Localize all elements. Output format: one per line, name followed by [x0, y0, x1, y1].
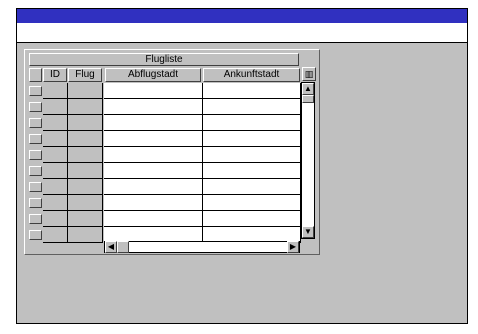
cell-flug[interactable] [68, 195, 103, 211]
select-all-header[interactable] [29, 68, 42, 82]
cell-abflugstadt[interactable] [104, 163, 203, 179]
cell-ankunftstadt[interactable] [203, 99, 301, 115]
cell-flug[interactable] [68, 179, 103, 195]
cell-id[interactable] [43, 211, 68, 227]
cell-ankunftstadt[interactable] [203, 147, 301, 163]
row-selector[interactable] [29, 150, 42, 160]
column-header-abflugstadt[interactable]: Abflugstadt [105, 68, 201, 82]
table-columns-icon[interactable]: ▥ [302, 67, 316, 81]
cell-abflugstadt[interactable] [104, 211, 203, 227]
cell-ankunftstadt[interactable] [203, 211, 301, 227]
row-selector[interactable] [29, 230, 42, 240]
cell-abflugstadt[interactable] [104, 83, 203, 99]
cell-flug[interactable] [68, 227, 103, 243]
cell-abflugstadt[interactable] [104, 131, 203, 147]
scroll-thumb[interactable] [302, 95, 314, 103]
row-selector[interactable] [29, 198, 42, 208]
cell-ankunftstadt[interactable] [203, 115, 301, 131]
column-header-ankunftstadt[interactable]: Ankunftstadt [203, 68, 300, 82]
vertical-scrollbar[interactable]: ▲ ▼ [301, 82, 315, 239]
cell-ankunftstadt[interactable] [203, 179, 301, 195]
cell-id[interactable] [43, 115, 68, 131]
cell-id[interactable] [43, 195, 68, 211]
cell-flug[interactable] [68, 131, 103, 147]
cell-ankunftstadt[interactable] [203, 195, 301, 211]
title-bar[interactable] [17, 9, 467, 23]
arrow-up-icon[interactable]: ▲ [302, 83, 314, 95]
cell-id[interactable] [43, 163, 68, 179]
row-selector[interactable] [29, 102, 42, 112]
row-selector[interactable] [29, 182, 42, 192]
arrow-right-icon[interactable]: ▶ [287, 241, 299, 253]
cell-ankunftstadt[interactable] [203, 131, 301, 147]
cell-abflugstadt[interactable] [104, 147, 203, 163]
horizontal-scroll-thumb[interactable] [117, 241, 129, 253]
cell-id[interactable] [43, 83, 68, 99]
cell-id[interactable] [43, 99, 68, 115]
horizontal-scrollbar[interactable]: ◀ ▶ [104, 241, 300, 253]
cell-ankunftstadt[interactable] [203, 163, 301, 179]
cell-abflugstadt[interactable] [104, 115, 203, 131]
cell-flug[interactable] [68, 115, 103, 131]
cell-id[interactable] [43, 179, 68, 195]
cell-flug[interactable] [68, 163, 103, 179]
arrow-down-icon[interactable]: ▼ [302, 226, 314, 238]
arrow-left-icon[interactable]: ◀ [105, 241, 117, 253]
row-selector[interactable] [29, 86, 42, 96]
cell-id[interactable] [43, 227, 68, 243]
cell-abflugstadt[interactable] [104, 99, 203, 115]
cell-flug[interactable] [68, 147, 103, 163]
cell-abflugstadt[interactable] [104, 195, 203, 211]
cell-id[interactable] [43, 131, 68, 147]
toolbar-strip [17, 23, 467, 43]
cell-abflugstadt[interactable] [104, 179, 203, 195]
column-header-id[interactable]: ID [43, 68, 67, 82]
cell-flug[interactable] [68, 83, 103, 99]
cell-flug[interactable] [68, 99, 103, 115]
row-selector[interactable] [29, 134, 42, 144]
cell-id[interactable] [43, 147, 68, 163]
grid-caption: Flugliste [29, 53, 299, 66]
app-window: Flugliste ID Flug Abflugstadt Ankunftsta… [16, 8, 468, 324]
column-header-flug[interactable]: Flug [68, 68, 102, 82]
cell-flug[interactable] [68, 211, 103, 227]
row-selector[interactable] [29, 166, 42, 176]
row-selector[interactable] [29, 118, 42, 128]
cell-ankunftstadt[interactable] [203, 83, 301, 99]
flight-list-grid: Flugliste ID Flug Abflugstadt Ankunftsta… [24, 49, 320, 255]
row-selector[interactable] [29, 214, 42, 224]
